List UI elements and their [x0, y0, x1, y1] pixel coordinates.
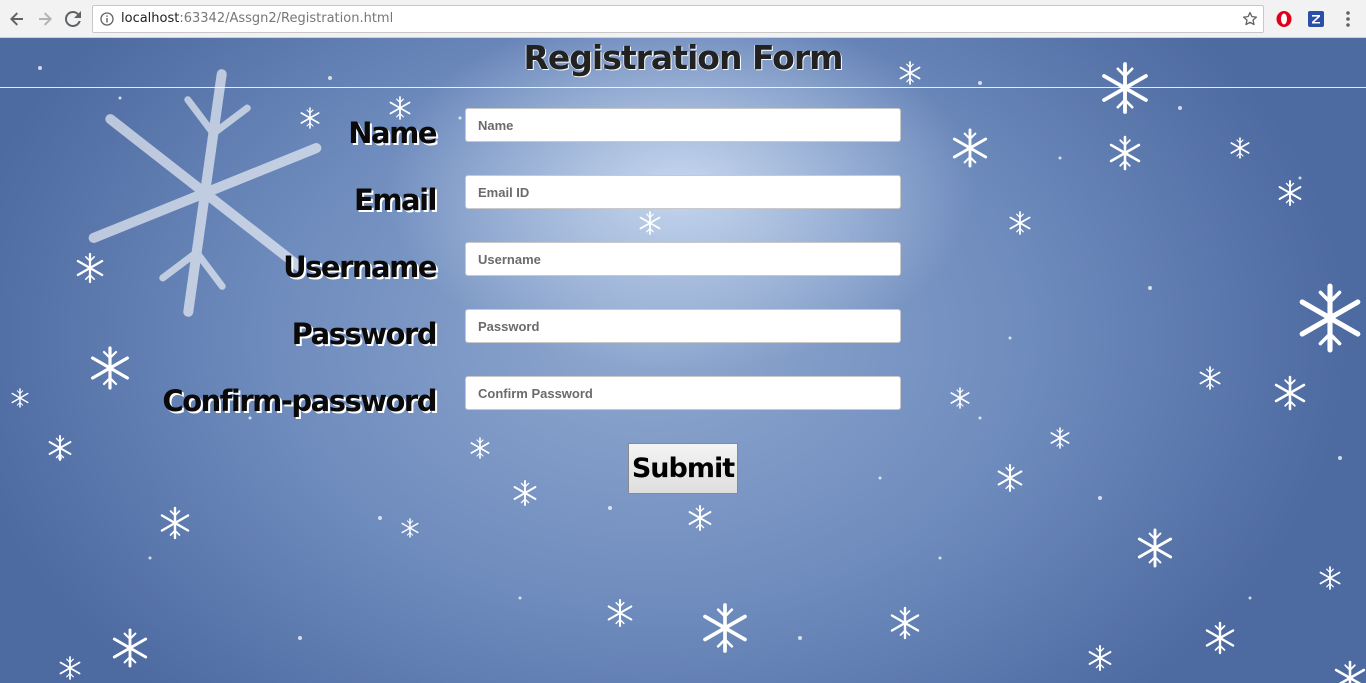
reload-button[interactable]: [61, 7, 85, 31]
address-bar[interactable]: localhost:63342/Assgn2/Registration.html: [92, 5, 1264, 33]
header-divider: [0, 87, 1366, 88]
opera-icon[interactable]: [1275, 10, 1293, 28]
confirm-password-input[interactable]: [465, 376, 901, 410]
page-body: Registration Form Name Email Username Pa…: [0, 38, 1366, 683]
page-title: Registration Form: [523, 38, 844, 77]
kebab-menu-icon[interactable]: [1341, 9, 1355, 29]
form-row-password: Password: [0, 309, 1366, 351]
url-path: :63342/Assgn2/Registration.html: [179, 11, 394, 26]
info-icon[interactable]: [100, 12, 114, 26]
url-text[interactable]: localhost:63342/Assgn2/Registration.html: [121, 11, 393, 26]
star-icon[interactable]: [1242, 11, 1258, 27]
confirm-password-label: Confirm-password: [162, 384, 437, 418]
form-row-confirm-password: Confirm-password: [0, 376, 1366, 418]
username-input[interactable]: [465, 242, 901, 276]
url-host: localhost: [121, 11, 180, 26]
arrow-right-icon: [39, 12, 52, 26]
email-input[interactable]: [465, 175, 901, 209]
password-label: Password: [291, 317, 438, 351]
form-row-username: Username: [0, 242, 1366, 284]
back-button[interactable]: [5, 7, 29, 31]
form-row-name: Name: [0, 108, 1366, 150]
browser-toolbar: localhost:63342/Assgn2/Registration.html: [0, 0, 1366, 38]
username-label: Username: [283, 250, 437, 284]
name-input[interactable]: [465, 108, 901, 142]
reload-icon: [65, 11, 81, 27]
z-extension-icon[interactable]: [1307, 10, 1325, 28]
email-label: Email: [354, 183, 437, 217]
form-row-email: Email: [0, 175, 1366, 217]
forward-button[interactable]: [33, 7, 57, 31]
name-label: Name: [348, 116, 437, 150]
password-input[interactable]: [465, 309, 901, 343]
submit-button[interactable]: Submit: [628, 443, 738, 494]
arrow-left-icon: [10, 12, 23, 26]
